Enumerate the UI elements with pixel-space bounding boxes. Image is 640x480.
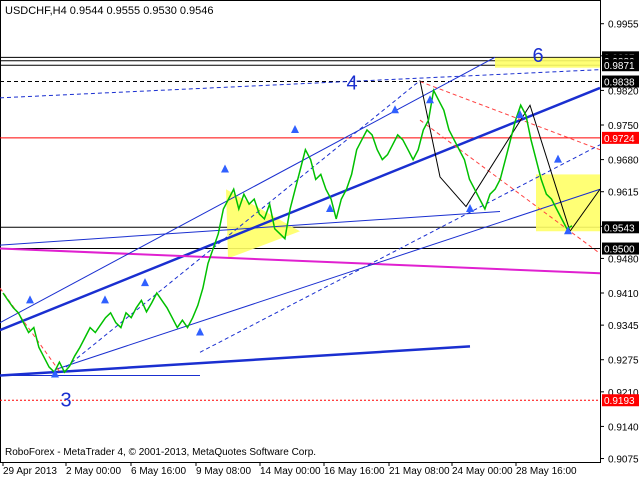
chart-background	[0, 0, 640, 480]
x-tick-label: 9 May 08:00	[196, 466, 251, 477]
chart-title: USDCHF,H4 0.9544 0.9555 0.9530 0.9546	[5, 5, 214, 17]
target-zone	[495, 57, 600, 68]
y-tick-label: 0.9345	[608, 321, 639, 332]
y-tick-label: 0.9615	[608, 188, 639, 199]
x-tick-label: 2 May 00:00	[66, 466, 121, 477]
price-tag-text: 0.9500	[604, 245, 635, 256]
x-tick-label: 6 May 16:00	[131, 466, 186, 477]
y-tick-label: 0.9750	[608, 121, 639, 132]
price-tag-text: 0.9193	[604, 396, 635, 407]
y-tick-label: 0.9410	[608, 289, 639, 300]
price-tag-text: 0.9543	[604, 223, 635, 234]
x-tick-label: 28 May 16:00	[516, 466, 577, 477]
y-tick-label: 0.9140	[608, 422, 639, 433]
y-tick-label: 0.9480	[608, 254, 639, 265]
price-tag-text: 0.9871	[604, 61, 635, 72]
x-tick-label: 29 Apr 2013	[3, 466, 57, 477]
y-tick-label: 0.9075	[608, 455, 639, 466]
chart-root: 0.99550.98900.98200.97500.96800.96150.95…	[0, 0, 640, 480]
price-tag-text: 0.9838	[604, 78, 635, 89]
y-tick-label: 0.9955	[608, 20, 639, 31]
y-tick-label: 0.9680	[608, 156, 639, 167]
x-tick-label: 21 May 08:00	[389, 466, 450, 477]
y-tick-label: 0.9275	[608, 356, 639, 367]
wave-label: 4	[346, 72, 357, 94]
wave-label: 3	[60, 390, 71, 412]
price-chart: 0.99550.98900.98200.97500.96800.96150.95…	[0, 0, 640, 480]
price-tag-text: 0.9724	[604, 134, 635, 145]
wave-label: 6	[532, 45, 543, 67]
x-tick-label: 24 May 00:00	[452, 466, 513, 477]
x-tick-label: 16 May 16:00	[324, 466, 385, 477]
x-tick-label: 14 May 00:00	[260, 466, 321, 477]
chart-footer: RoboForex - MetaTrader 4, © 2001-2013, M…	[5, 447, 316, 458]
